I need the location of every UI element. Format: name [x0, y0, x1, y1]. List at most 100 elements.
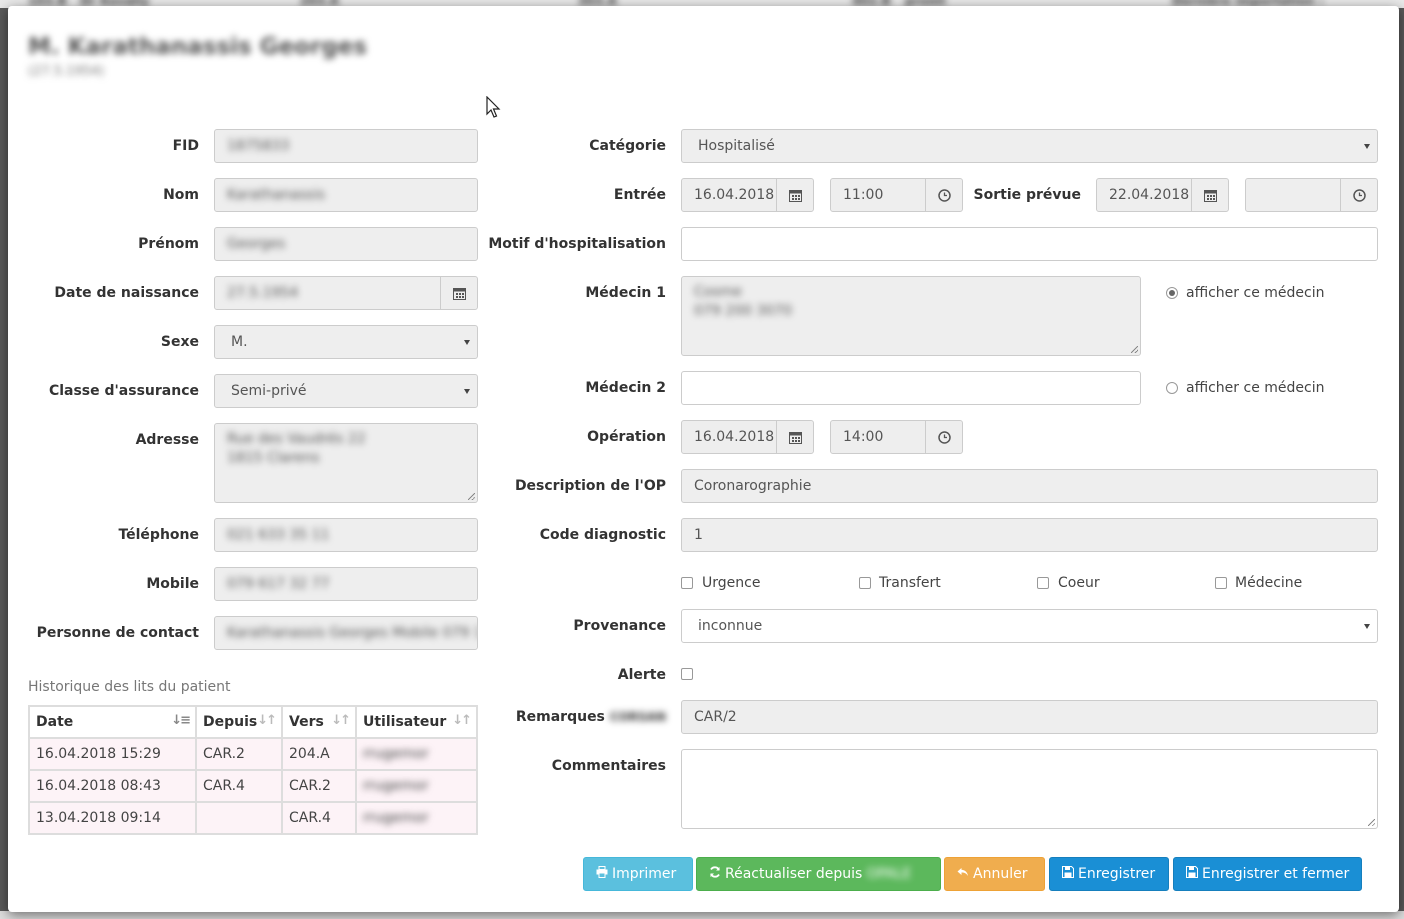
sortie-date-field[interactable]: 22.04.2018	[1096, 178, 1192, 212]
clock-icon[interactable]	[925, 420, 963, 454]
table-row: 13.04.2018 09:14 CAR.4 rrugemor	[28, 801, 478, 835]
operation-label: Opération	[587, 429, 666, 445]
sortie-time-field[interactable]	[1245, 178, 1341, 212]
cancel-button[interactable]: Annuler	[944, 857, 1045, 891]
tel-value: 021 633 35 11	[227, 527, 330, 543]
calendar-icon[interactable]	[776, 178, 814, 212]
sort-desc-icon[interactable]: ↓≡	[171, 713, 191, 728]
medecin2-radio[interactable]	[1166, 382, 1178, 394]
sortie-label: Sortie prévue	[973, 187, 1081, 203]
commentaires-label: Commentaires	[551, 758, 666, 774]
patient-name: M. Karathanassis Georges	[28, 34, 367, 60]
refresh-label: Réactualiser depuis	[725, 866, 863, 882]
clock-icon[interactable]	[925, 178, 963, 212]
description-label: Description de l'OP	[514, 478, 666, 494]
prenom-field[interactable]: Georges	[214, 227, 478, 261]
description-field[interactable]: Coronarographie	[681, 469, 1378, 503]
tel-label: Téléphone	[118, 527, 199, 543]
adresse-label: Adresse	[135, 432, 199, 448]
medecin1-label: Médecin 1	[585, 285, 666, 301]
print-button[interactable]: Imprimer	[583, 857, 693, 891]
classe-select[interactable]: Semi-privé	[214, 374, 478, 408]
col-utilisateur[interactable]: Utilisateur ↓↑	[355, 705, 478, 739]
entree-date-field[interactable]: 16.04.2018	[681, 178, 777, 212]
medecine-checkbox[interactable]	[1215, 577, 1227, 589]
operation-date: 16.04.2018	[694, 429, 775, 445]
commentaires-textarea[interactable]	[681, 749, 1378, 829]
code-value: 1	[694, 527, 703, 543]
medecin2-radio-label: afficher ce médecin	[1186, 380, 1325, 396]
operation-date-field[interactable]: 16.04.2018	[681, 420, 777, 454]
col-date[interactable]: Date ↓≡	[28, 705, 197, 739]
sort-icon[interactable]: ↓↑	[331, 713, 351, 728]
save-close-button[interactable]: Enregistrer et fermer	[1173, 857, 1362, 891]
cell-depuis: CAR.2	[195, 737, 283, 771]
transfert-checkbox[interactable]	[859, 577, 871, 589]
sexe-value: M.	[231, 334, 248, 350]
entree-time-field[interactable]: 11:00	[830, 178, 926, 212]
undo-icon	[957, 868, 968, 876]
background-bottom	[0, 911, 1404, 919]
cell-user: rrugemor	[355, 801, 478, 835]
cell-date: 16.04.2018 15:29	[28, 737, 197, 771]
refresh-button[interactable]: Réactualiser depuis OPALE	[696, 857, 941, 891]
cell-date: 13.04.2018 09:14	[28, 801, 197, 835]
history-title: Historique des lits du patient	[28, 679, 231, 695]
remarques-field[interactable]: CAR/2	[681, 700, 1378, 734]
cell-vers: 204.A	[281, 737, 357, 771]
code-field[interactable]: 1	[681, 518, 1378, 552]
coeur-checkbox[interactable]	[1037, 577, 1049, 589]
fid-field[interactable]: 1875833	[214, 129, 478, 163]
clock-icon[interactable]	[1340, 178, 1378, 212]
medecin1-line2: 079 200 3070	[694, 303, 792, 319]
medecin1-radio-label: afficher ce médecin	[1186, 285, 1325, 301]
calendar-icon[interactable]	[440, 276, 478, 310]
cell-vers: CAR.4	[281, 801, 357, 835]
mobile-field[interactable]: 079 617 32 77	[214, 567, 478, 601]
categorie-label: Catégorie	[589, 138, 666, 154]
history-table: Date ↓≡ Depuis ↓↑ Vers ↓↑ Utilisateur ↓↑ 16.…	[28, 705, 478, 835]
alerte-label: Alerte	[617, 667, 666, 683]
sortie-date: 22.04.2018	[1109, 187, 1190, 203]
table-row: 16.04.2018 08:43 CAR.4 CAR.2 rrugemor	[28, 769, 478, 803]
adresse-textarea[interactable]: Rue des Vaudrés 22 1815 Clarens	[214, 423, 478, 503]
medecin1-radio[interactable]	[1166, 287, 1178, 299]
prenom-value: Georges	[227, 236, 286, 252]
save-icon	[1186, 866, 1198, 878]
fid-label: FID	[172, 138, 199, 154]
cell-vers: CAR.2	[281, 769, 357, 803]
tel-field[interactable]: 021 633 35 11	[214, 518, 478, 552]
alerte-checkbox[interactable]	[681, 668, 693, 680]
contact-value: Karathanassis Georges Mobile 079 1	[227, 625, 478, 641]
motif-field[interactable]	[681, 227, 1378, 261]
sexe-select[interactable]: M.	[214, 325, 478, 359]
medecin1-textarea[interactable]: Cosme 079 200 3070	[681, 276, 1141, 356]
save-close-label: Enregistrer et fermer	[1202, 866, 1350, 882]
sexe-label: Sexe	[160, 334, 199, 350]
dob-field[interactable]: 27.5.1954	[214, 276, 441, 310]
categorie-select[interactable]: Hospitalisé	[681, 129, 1378, 163]
nom-field[interactable]: Karathanassis	[214, 178, 478, 212]
patient-birthdate: (27.5.1954)	[28, 64, 105, 79]
sort-icon[interactable]: ↓↑	[452, 713, 472, 728]
nom-label: Nom	[163, 187, 199, 203]
operation-time-field[interactable]: 14:00	[830, 420, 926, 454]
calendar-icon[interactable]	[776, 420, 814, 454]
sort-icon[interactable]: ↓↑	[257, 713, 277, 728]
provenance-select[interactable]: inconnue	[681, 609, 1378, 643]
contact-field[interactable]: Karathanassis Georges Mobile 079 1	[214, 616, 478, 650]
medecine-label: Médecine	[1235, 575, 1303, 591]
refresh-source: OPALE	[866, 866, 912, 882]
adresse-line1: Rue des Vaudrés 22	[227, 431, 366, 447]
save-button[interactable]: Enregistrer	[1049, 857, 1169, 891]
calendar-icon[interactable]	[1191, 178, 1229, 212]
mobile-label: Mobile	[146, 576, 199, 592]
entree-time: 11:00	[843, 187, 884, 203]
cell-depuis: CAR.4	[195, 769, 283, 803]
save-label: Enregistrer	[1078, 866, 1156, 882]
medecin2-field[interactable]	[681, 371, 1141, 405]
urgence-checkbox[interactable]	[681, 577, 693, 589]
col-vers[interactable]: Vers ↓↑	[281, 705, 357, 739]
operation-time: 14:00	[843, 429, 884, 445]
col-depuis[interactable]: Depuis ↓↑	[195, 705, 283, 739]
